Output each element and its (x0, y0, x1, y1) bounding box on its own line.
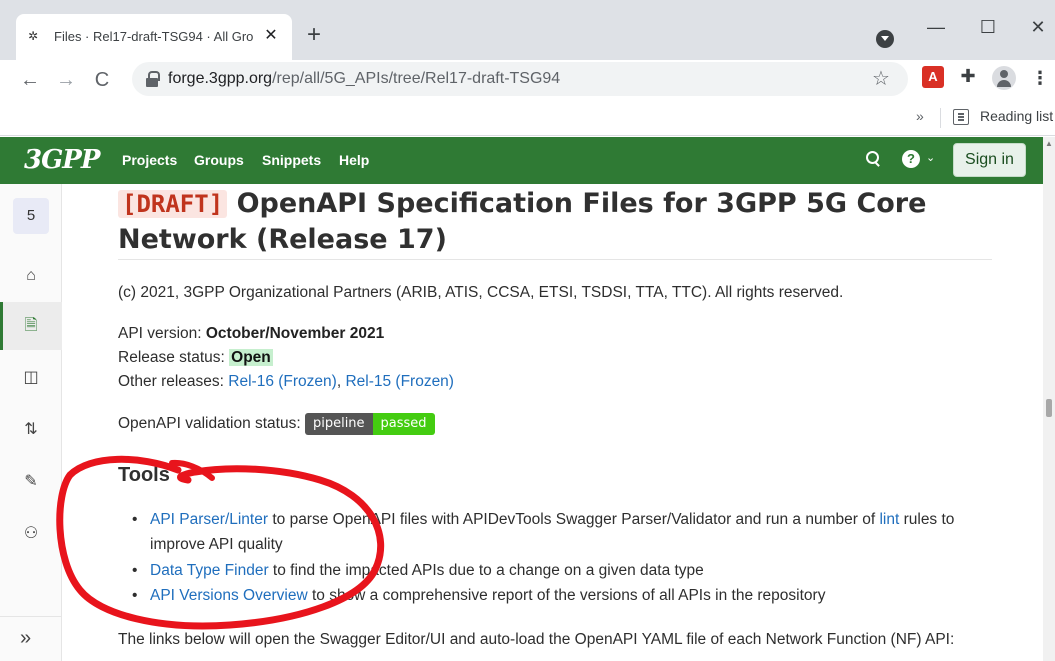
bookmarks-overflow-button[interactable]: » (916, 108, 924, 124)
close-window-button[interactable]: ✕ (1018, 12, 1055, 42)
pipeline-badge-status[interactable]: passed (372, 412, 435, 435)
readme-content: [DRAFT] OpenAPI Specification Files for … (62, 184, 1043, 661)
nav-projects[interactable]: Projects (122, 152, 177, 168)
3gpp-logo[interactable]: 3GPP (24, 143, 100, 177)
repository-icon: 🗎 (24, 317, 38, 334)
list-item-api-parser-continuation: improve API quality (150, 536, 283, 553)
sign-in-button[interactable]: Sign in (953, 143, 1026, 177)
nav-groups[interactable]: Groups (194, 152, 244, 168)
url-text[interactable]: forge.3gpp.org/rep/all/5G_APIs/tree/Rel1… (168, 70, 560, 88)
sidebar-item-issues[interactable]: ◫ (0, 354, 62, 402)
project-avatar[interactable]: 5 (13, 198, 49, 234)
double-chevron-right-icon: » (20, 627, 32, 649)
extensions-puzzle-icon[interactable]: ✚ (957, 64, 979, 88)
sidebar-collapse-button[interactable]: » (0, 616, 62, 661)
nav-help[interactable]: Help (339, 152, 369, 168)
list-item-api-versions: API Versions Overview to show a comprehe… (132, 584, 825, 608)
sidebar-item-repository[interactable]: 🗎 (0, 302, 62, 350)
reload-button[interactable]: C (88, 66, 116, 94)
reading-list-icon[interactable] (953, 109, 969, 125)
release-status-value: Open (229, 349, 273, 366)
api-parser-link[interactable]: API Parser/Linter (150, 511, 268, 528)
validation-status-line: OpenAPI validation status: pipeline passe… (118, 412, 435, 436)
api-version-line: API version: October/November 2021 (118, 325, 385, 342)
browser-tab-strip: ✲ Files · Rel17-draft-TSG94 · All Gro ✕ … (0, 0, 1055, 60)
reading-list-button[interactable]: Reading list (980, 108, 1053, 124)
page-scrollbar[interactable]: ▲ (1043, 137, 1055, 661)
browser-menu-icon[interactable]: ⋮ (1030, 64, 1050, 92)
tab-search-icon[interactable] (876, 30, 894, 48)
pipeline-badge-label[interactable]: pipeline (304, 412, 373, 435)
forward-button[interactable]: → (52, 66, 80, 94)
other-releases-line: Other releases: Rel-16 (Frozen), Rel-15 … (118, 373, 454, 390)
issues-icon: ◫ (23, 369, 39, 386)
profile-avatar-icon[interactable] (992, 66, 1016, 90)
browser-tab[interactable]: ✲ Files · Rel17-draft-TSG94 · All Gro ✕ (16, 14, 292, 60)
tab-close-icon[interactable]: ✕ (261, 26, 281, 46)
tools-heading: Tools (118, 464, 170, 486)
scroll-up-icon[interactable]: ▲ (1045, 139, 1053, 148)
tab-favicon-icon: ✲ (28, 29, 39, 43)
bookmarks-bar: » Reading list (0, 100, 1055, 136)
tab-title: Files · Rel17-draft-TSG94 · All Gro (54, 29, 254, 44)
gitlab-header: 3GPP Projects Groups Snippets Help ? ⌄ S… (0, 137, 1043, 184)
lock-icon[interactable] (146, 71, 160, 87)
list-item-data-type-finder: Data Type Finder to find the impacted AP… (132, 559, 704, 583)
project-sidebar: 5 ⌂ 🗎 ◫ ⇅ ✎ ⚇ » (0, 184, 62, 661)
help-icon[interactable]: ? (902, 150, 920, 168)
new-tab-button[interactable]: + (302, 23, 326, 48)
title-text: OpenAPI Specification Files for 3GPP 5G … (118, 188, 927, 255)
browser-toolbar: ← → C forge.3gpp.org/rep/all/5G_APIs/tre… (0, 60, 1055, 100)
chevron-down-icon[interactable]: ⌄ (926, 151, 935, 164)
merge-requests-icon: ⇅ (24, 421, 38, 438)
copyright-text: (c) 2021, 3GPP Organizational Partners (… (118, 284, 844, 301)
list-item-api-parser: API Parser/Linter to parse OpenAPI files… (132, 508, 954, 532)
minimize-button[interactable]: — (916, 12, 956, 42)
page-title: [DRAFT] OpenAPI Specification Files for … (118, 186, 998, 258)
sidebar-item-ci-cd[interactable]: ✎ (0, 458, 62, 506)
release-status-line: Release status: Open (118, 349, 273, 366)
sidebar-item-members[interactable]: ⚇ (0, 510, 62, 558)
address-bar[interactable]: forge.3gpp.org/rep/all/5G_APIs/tree/Rel1… (132, 62, 908, 96)
title-divider (118, 259, 992, 260)
sidebar-item-merge-requests[interactable]: ⇅ (0, 406, 62, 454)
maximize-button[interactable]: ☐ (968, 12, 1008, 42)
rel16-link[interactable]: Rel-16 (Frozen) (228, 373, 337, 390)
members-icon: ⚇ (23, 525, 39, 542)
home-icon: ⌂ (26, 267, 36, 284)
draft-tag: [DRAFT] (118, 190, 228, 218)
rocket-icon: ✎ (24, 473, 38, 490)
pdf-extension-icon[interactable]: A (922, 66, 944, 88)
bookmark-star-icon[interactable]: ☆ (872, 66, 890, 92)
links-intro-text: The links below will open the Swagger Ed… (118, 631, 955, 648)
bookmarks-separator (940, 108, 941, 128)
data-type-finder-link[interactable]: Data Type Finder (150, 562, 269, 579)
lint-link[interactable]: lint (879, 511, 899, 528)
scrollbar-thumb[interactable] (1046, 399, 1052, 417)
sidebar-item-project-overview[interactable]: ⌂ (0, 252, 62, 300)
api-version-value: October/November 2021 (205, 325, 385, 342)
back-button[interactable]: ← (16, 66, 44, 94)
nav-snippets[interactable]: Snippets (262, 152, 321, 168)
rel15-link[interactable]: Rel-15 (Frozen) (345, 373, 454, 390)
api-versions-overview-link[interactable]: API Versions Overview (150, 587, 308, 604)
search-icon[interactable] (865, 150, 883, 168)
